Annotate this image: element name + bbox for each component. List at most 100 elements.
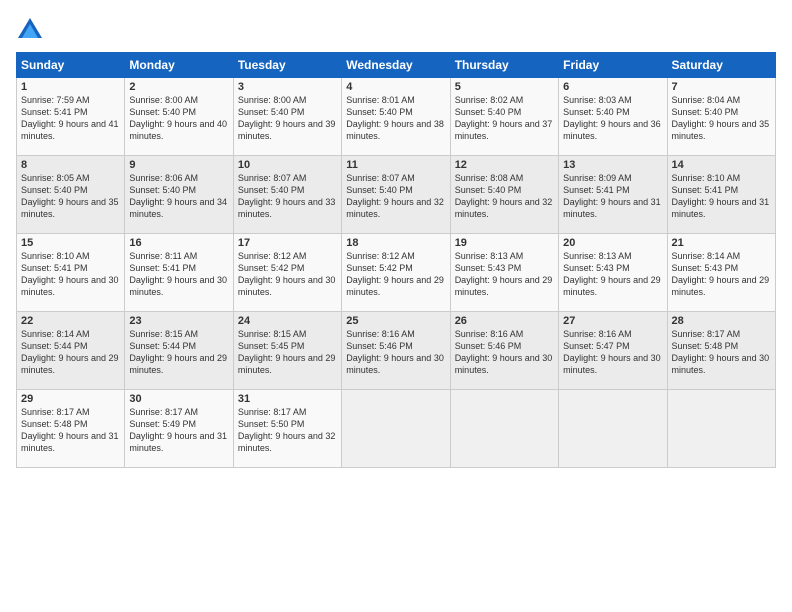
calendar-cell: 3 Sunrise: 8:00 AM Sunset: 5:40 PM Dayli… xyxy=(233,78,341,156)
sunrise-text: Sunrise: 8:08 AM xyxy=(455,173,524,183)
calendar-cell: 11 Sunrise: 8:07 AM Sunset: 5:40 PM Dayl… xyxy=(342,156,450,234)
sunrise-text: Sunrise: 8:17 AM xyxy=(21,407,90,417)
day-number: 5 xyxy=(455,81,554,93)
calendar-cell: 17 Sunrise: 8:12 AM Sunset: 5:42 PM Dayl… xyxy=(233,234,341,312)
sunset-text: Sunset: 5:43 PM xyxy=(455,263,522,273)
day-number: 3 xyxy=(238,81,337,93)
daylight-text: Daylight: 9 hours and 30 minutes. xyxy=(563,353,661,375)
day-number: 2 xyxy=(129,81,228,93)
header-day: Sunday xyxy=(17,53,125,78)
sunrise-text: Sunrise: 8:10 AM xyxy=(672,173,741,183)
sunrise-text: Sunrise: 8:16 AM xyxy=(563,329,632,339)
sunrise-text: Sunrise: 8:15 AM xyxy=(129,329,198,339)
sunset-text: Sunset: 5:50 PM xyxy=(238,419,305,429)
sunrise-text: Sunrise: 7:59 AM xyxy=(21,95,90,105)
day-number: 13 xyxy=(563,159,662,171)
day-number: 12 xyxy=(455,159,554,171)
daylight-text: Daylight: 9 hours and 37 minutes. xyxy=(455,119,553,141)
sunset-text: Sunset: 5:40 PM xyxy=(563,107,630,117)
calendar-cell: 22 Sunrise: 8:14 AM Sunset: 5:44 PM Dayl… xyxy=(17,312,125,390)
sunrise-text: Sunrise: 8:14 AM xyxy=(672,251,741,261)
sunrise-text: Sunrise: 8:13 AM xyxy=(455,251,524,261)
calendar-week-row: 8 Sunrise: 8:05 AM Sunset: 5:40 PM Dayli… xyxy=(17,156,776,234)
calendar-cell: 26 Sunrise: 8:16 AM Sunset: 5:46 PM Dayl… xyxy=(450,312,558,390)
day-number: 10 xyxy=(238,159,337,171)
sunrise-text: Sunrise: 8:09 AM xyxy=(563,173,632,183)
day-number: 14 xyxy=(672,159,771,171)
day-number: 6 xyxy=(563,81,662,93)
sunrise-text: Sunrise: 8:17 AM xyxy=(672,329,741,339)
header xyxy=(16,16,776,44)
day-number: 11 xyxy=(346,159,445,171)
day-number: 8 xyxy=(21,159,120,171)
daylight-text: Daylight: 9 hours and 29 minutes. xyxy=(21,353,119,375)
day-number: 21 xyxy=(672,237,771,249)
day-number: 24 xyxy=(238,315,337,327)
calendar-cell: 1 Sunrise: 7:59 AM Sunset: 5:41 PM Dayli… xyxy=(17,78,125,156)
daylight-text: Daylight: 9 hours and 30 minutes. xyxy=(346,353,444,375)
daylight-text: Daylight: 9 hours and 29 minutes. xyxy=(455,275,553,297)
sunrise-text: Sunrise: 8:07 AM xyxy=(346,173,415,183)
day-number: 30 xyxy=(129,393,228,405)
sunset-text: Sunset: 5:40 PM xyxy=(455,107,522,117)
header-day: Wednesday xyxy=(342,53,450,78)
daylight-text: Daylight: 9 hours and 33 minutes. xyxy=(238,197,336,219)
sunset-text: Sunset: 5:41 PM xyxy=(21,263,88,273)
calendar-cell: 19 Sunrise: 8:13 AM Sunset: 5:43 PM Dayl… xyxy=(450,234,558,312)
calendar-cell: 24 Sunrise: 8:15 AM Sunset: 5:45 PM Dayl… xyxy=(233,312,341,390)
sunset-text: Sunset: 5:49 PM xyxy=(129,419,196,429)
daylight-text: Daylight: 9 hours and 41 minutes. xyxy=(21,119,119,141)
calendar-cell: 8 Sunrise: 8:05 AM Sunset: 5:40 PM Dayli… xyxy=(17,156,125,234)
calendar-cell: 18 Sunrise: 8:12 AM Sunset: 5:42 PM Dayl… xyxy=(342,234,450,312)
daylight-text: Daylight: 9 hours and 32 minutes. xyxy=(455,197,553,219)
calendar-cell xyxy=(667,390,775,468)
sunrise-text: Sunrise: 8:16 AM xyxy=(346,329,415,339)
header-day: Tuesday xyxy=(233,53,341,78)
day-number: 17 xyxy=(238,237,337,249)
sunrise-text: Sunrise: 8:12 AM xyxy=(346,251,415,261)
sunset-text: Sunset: 5:40 PM xyxy=(238,185,305,195)
day-number: 29 xyxy=(21,393,120,405)
day-number: 25 xyxy=(346,315,445,327)
logo-icon xyxy=(16,16,44,44)
day-number: 15 xyxy=(21,237,120,249)
daylight-text: Daylight: 9 hours and 30 minutes. xyxy=(672,353,770,375)
calendar-table: SundayMondayTuesdayWednesdayThursdayFrid… xyxy=(16,52,776,468)
sunset-text: Sunset: 5:43 PM xyxy=(672,263,739,273)
calendar-cell: 6 Sunrise: 8:03 AM Sunset: 5:40 PM Dayli… xyxy=(559,78,667,156)
sunset-text: Sunset: 5:48 PM xyxy=(21,419,88,429)
header-row: SundayMondayTuesdayWednesdayThursdayFrid… xyxy=(17,53,776,78)
calendar-cell xyxy=(342,390,450,468)
sunrise-text: Sunrise: 8:17 AM xyxy=(238,407,307,417)
calendar-week-row: 1 Sunrise: 7:59 AM Sunset: 5:41 PM Dayli… xyxy=(17,78,776,156)
sunset-text: Sunset: 5:41 PM xyxy=(672,185,739,195)
sunrise-text: Sunrise: 8:12 AM xyxy=(238,251,307,261)
day-number: 26 xyxy=(455,315,554,327)
sunrise-text: Sunrise: 8:16 AM xyxy=(455,329,524,339)
calendar-cell xyxy=(559,390,667,468)
day-number: 1 xyxy=(21,81,120,93)
daylight-text: Daylight: 9 hours and 29 minutes. xyxy=(129,353,227,375)
daylight-text: Daylight: 9 hours and 29 minutes. xyxy=(563,275,661,297)
sunset-text: Sunset: 5:48 PM xyxy=(672,341,739,351)
calendar-cell: 13 Sunrise: 8:09 AM Sunset: 5:41 PM Dayl… xyxy=(559,156,667,234)
calendar-cell: 10 Sunrise: 8:07 AM Sunset: 5:40 PM Dayl… xyxy=(233,156,341,234)
daylight-text: Daylight: 9 hours and 31 minutes. xyxy=(21,431,119,453)
sunset-text: Sunset: 5:41 PM xyxy=(563,185,630,195)
logo xyxy=(16,16,48,44)
day-number: 20 xyxy=(563,237,662,249)
calendar-cell: 27 Sunrise: 8:16 AM Sunset: 5:47 PM Dayl… xyxy=(559,312,667,390)
calendar-cell: 31 Sunrise: 8:17 AM Sunset: 5:50 PM Dayl… xyxy=(233,390,341,468)
calendar-cell: 14 Sunrise: 8:10 AM Sunset: 5:41 PM Dayl… xyxy=(667,156,775,234)
daylight-text: Daylight: 9 hours and 35 minutes. xyxy=(21,197,119,219)
daylight-text: Daylight: 9 hours and 32 minutes. xyxy=(238,431,336,453)
day-number: 16 xyxy=(129,237,228,249)
sunset-text: Sunset: 5:40 PM xyxy=(129,185,196,195)
day-number: 19 xyxy=(455,237,554,249)
daylight-text: Daylight: 9 hours and 30 minutes. xyxy=(129,275,227,297)
page: SundayMondayTuesdayWednesdayThursdayFrid… xyxy=(0,0,792,612)
sunset-text: Sunset: 5:40 PM xyxy=(455,185,522,195)
sunrise-text: Sunrise: 8:13 AM xyxy=(563,251,632,261)
sunset-text: Sunset: 5:40 PM xyxy=(346,185,413,195)
daylight-text: Daylight: 9 hours and 31 minutes. xyxy=(672,197,770,219)
